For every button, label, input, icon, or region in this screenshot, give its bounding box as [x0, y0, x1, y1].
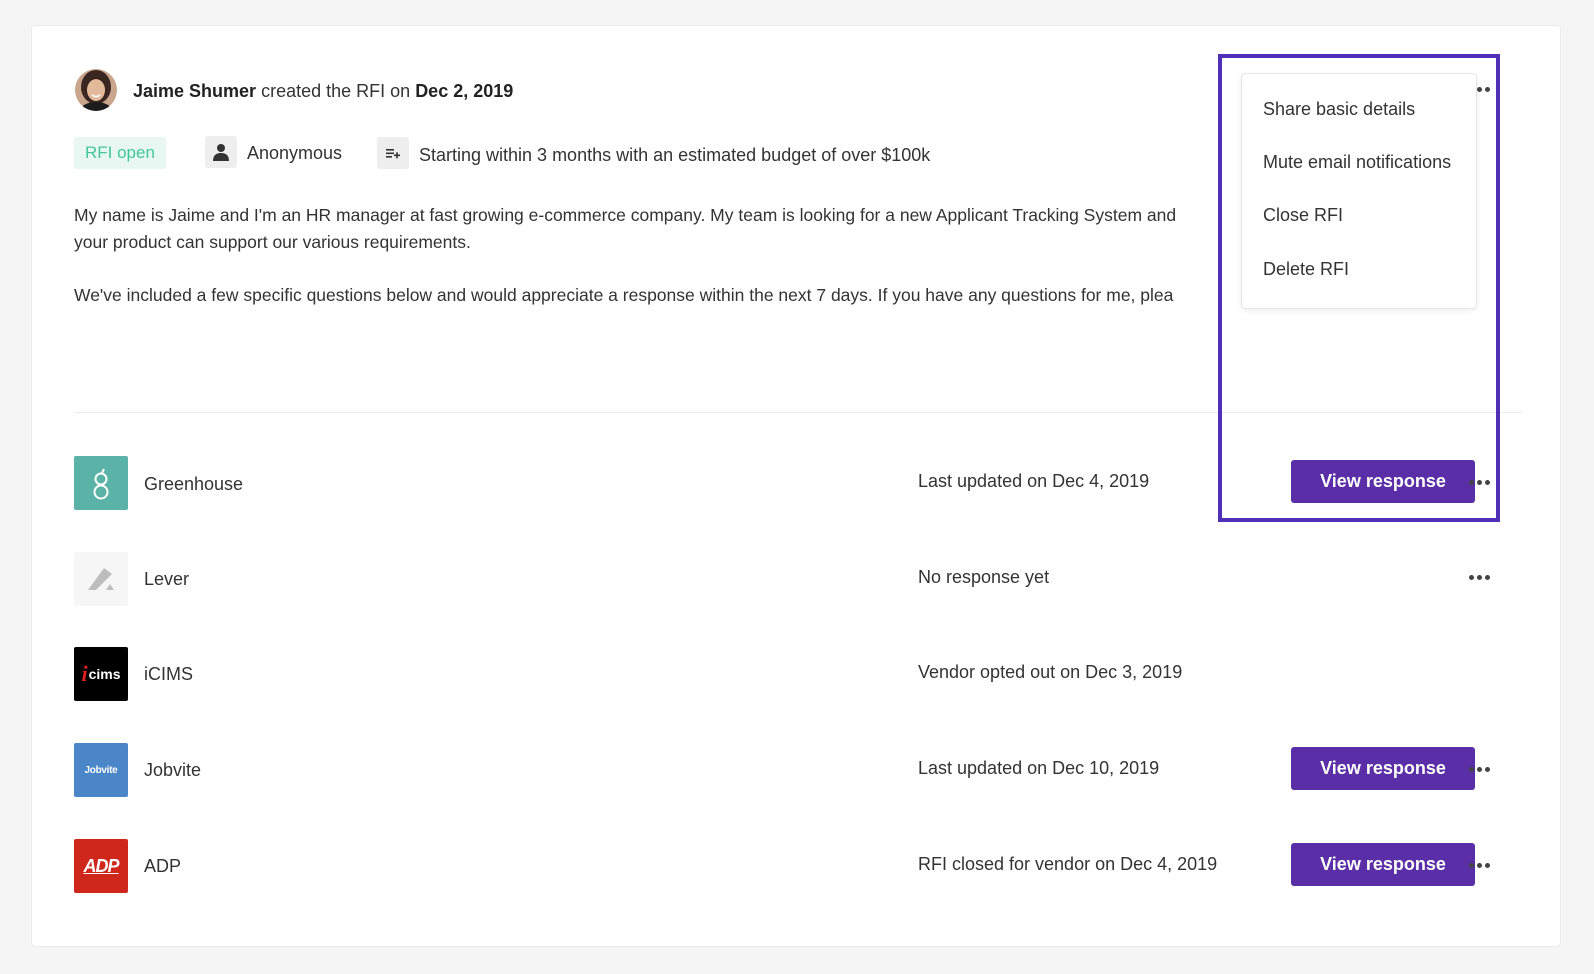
- created-date: Dec 2, 2019: [415, 81, 514, 101]
- menu-item-delete-rfi[interactable]: Delete RFI: [1263, 258, 1349, 280]
- vendor-status: Last updated on Dec 10, 2019: [918, 758, 1160, 778]
- rfi-actions-menu: Share basic details Mute email notificat…: [1241, 73, 1477, 309]
- vendor-name[interactable]: Greenhouse: [144, 473, 243, 495]
- menu-item-share-basic-details[interactable]: Share basic details: [1263, 98, 1415, 120]
- jobvite-logo: Jobvite: [74, 743, 128, 797]
- vendor-row-icims: i cims iCIMS Vendor opted out on Dec 3, …: [74, 647, 1522, 701]
- vendor-status: RFI closed for vendor on Dec 4, 2019: [918, 854, 1218, 874]
- vendor-more-icon[interactable]: [1464, 567, 1494, 587]
- vendor-name[interactable]: ADP: [144, 855, 181, 877]
- vendor-more-icon[interactable]: [1464, 472, 1494, 492]
- view-response-button[interactable]: View response: [1291, 460, 1475, 503]
- vendor-name[interactable]: Lever: [144, 568, 189, 590]
- author-name[interactable]: Jaime Shumer: [133, 81, 256, 101]
- person-icon: [205, 136, 237, 168]
- view-response-button[interactable]: View response: [1291, 843, 1475, 886]
- vendor-status: Vendor opted out on Dec 3, 2019: [918, 662, 1183, 682]
- created-text: created the RFI on: [261, 81, 411, 101]
- avatar: [75, 69, 117, 111]
- menu-item-close-rfi[interactable]: Close RFI: [1263, 204, 1343, 226]
- anonymity-label: Anonymous: [247, 143, 343, 163]
- greenhouse-logo: [74, 456, 128, 510]
- status-badge: RFI open: [74, 137, 166, 169]
- avatar-image: [75, 69, 117, 111]
- list-icon: [377, 137, 409, 169]
- rfi-created-line: Jaime Shumer created the RFI on Dec 2, 2…: [133, 80, 513, 102]
- vendor-name[interactable]: iCIMS: [144, 663, 193, 685]
- vendor-status: No response yet: [918, 567, 1050, 587]
- icims-logo: i cims: [74, 647, 128, 701]
- lever-logo: [74, 552, 128, 606]
- timeline-budget: Starting within 3 months with an estimat…: [419, 145, 931, 165]
- section-divider: [74, 412, 1522, 413]
- vendor-row-adp: ADP ADP RFI closed for vendor on Dec 4, …: [74, 839, 1522, 893]
- adp-logo: ADP: [74, 839, 128, 893]
- vendor-row-jobvite: Jobvite Jobvite Last updated on Dec 10, …: [74, 743, 1522, 797]
- vendor-more-icon[interactable]: [1464, 855, 1494, 875]
- vendor-row-lever: Lever No response yet: [74, 552, 1522, 606]
- vendor-row-greenhouse: Greenhouse Last updated on Dec 4, 2019 V…: [74, 456, 1522, 510]
- vendor-more-icon[interactable]: [1464, 759, 1494, 779]
- vendor-status: Last updated on Dec 4, 2019: [918, 471, 1150, 491]
- vendor-name[interactable]: Jobvite: [144, 759, 201, 781]
- menu-item-mute-email-notifications[interactable]: Mute email notifications: [1263, 151, 1451, 173]
- view-response-button[interactable]: View response: [1291, 747, 1475, 790]
